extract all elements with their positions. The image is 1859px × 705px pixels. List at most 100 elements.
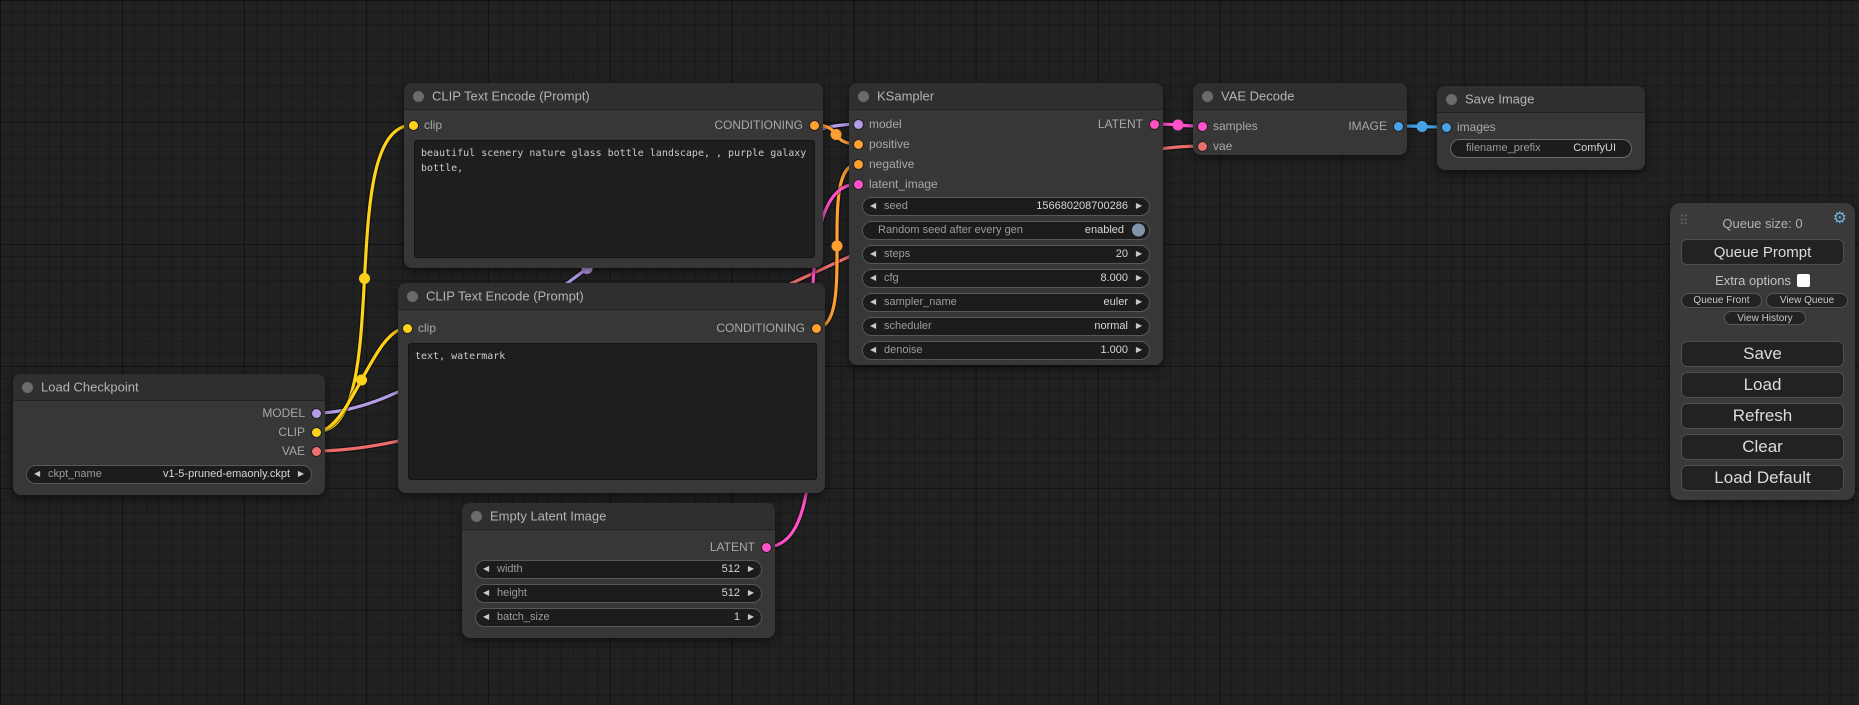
widget-decrement-arrow[interactable]: ◀ bbox=[870, 346, 876, 354]
output-slot-CONDITIONING[interactable] bbox=[810, 121, 819, 130]
widget-label: filename_prefix bbox=[1466, 142, 1541, 154]
widget-decrement-arrow[interactable]: ◀ bbox=[34, 470, 40, 478]
widget-value: 1.000 bbox=[1100, 344, 1128, 356]
output-slot-CLIP[interactable] bbox=[312, 428, 321, 437]
node-titlebar[interactable]: CLIP Text Encode (Prompt) bbox=[404, 83, 823, 110]
output-slot-label: IMAGE bbox=[1348, 119, 1387, 133]
widget-increment-arrow[interactable]: ▶ bbox=[1136, 322, 1142, 330]
prompt-textarea[interactable]: beautiful scenery nature glass bottle la… bbox=[414, 140, 815, 258]
node-load-checkpoint[interactable]: Load CheckpointMODELCLIPVAE◀▶ckpt_namev1… bbox=[13, 374, 325, 495]
widget-seed[interactable]: ◀▶seed156680208700286 bbox=[862, 197, 1150, 216]
widget-height[interactable]: ◀▶height512 bbox=[475, 584, 762, 603]
widget-sampler_name[interactable]: ◀▶sampler_nameeuler bbox=[862, 293, 1150, 312]
view-queue-button[interactable]: View Queue bbox=[1766, 293, 1848, 308]
widget-Random seed after every gen[interactable]: Random seed after every genenabled bbox=[862, 221, 1150, 240]
graph-canvas[interactable]: Load CheckpointMODELCLIPVAE◀▶ckpt_namev1… bbox=[0, 0, 1859, 705]
widget-decrement-arrow[interactable]: ◀ bbox=[483, 613, 489, 621]
widget-increment-arrow[interactable]: ▶ bbox=[1136, 346, 1142, 354]
node-titlebar[interactable]: KSampler bbox=[849, 83, 1163, 110]
widget-steps[interactable]: ◀▶steps20 bbox=[862, 245, 1150, 264]
widget-increment-arrow[interactable]: ▶ bbox=[748, 589, 754, 597]
widget-increment-arrow[interactable]: ▶ bbox=[748, 565, 754, 573]
collapse-dot[interactable] bbox=[858, 91, 869, 102]
node-clip-encode-positive[interactable]: CLIP Text Encode (Prompt) clip CONDITIONIN… bbox=[404, 83, 823, 268]
collapse-dot[interactable] bbox=[1446, 94, 1457, 105]
widget-decrement-arrow[interactable]: ◀ bbox=[870, 274, 876, 282]
input-slot-clip[interactable] bbox=[403, 324, 412, 333]
input-slot-latent_image[interactable] bbox=[854, 180, 863, 189]
node-titlebar[interactable]: VAE Decode bbox=[1193, 83, 1407, 110]
input-slot-clip[interactable] bbox=[409, 121, 418, 130]
node-titlebar[interactable]: Empty Latent Image bbox=[462, 503, 775, 530]
widget-decrement-arrow[interactable]: ◀ bbox=[870, 298, 876, 306]
input-slot-negative[interactable] bbox=[854, 160, 863, 169]
input-slot-samples[interactable] bbox=[1198, 122, 1207, 131]
gear-icon[interactable]: ⚙ bbox=[1833, 211, 1847, 227]
input-slot-images[interactable] bbox=[1442, 123, 1451, 132]
node-titlebar[interactable]: Load Checkpoint bbox=[13, 374, 325, 401]
widget-cfg[interactable]: ◀▶cfg8.000 bbox=[862, 269, 1150, 288]
output-slot-IMAGE[interactable] bbox=[1394, 122, 1403, 131]
widget-value: 8.000 bbox=[1100, 272, 1128, 284]
widget-decrement-arrow[interactable]: ◀ bbox=[870, 202, 876, 210]
widget-width[interactable]: ◀▶width512 bbox=[475, 560, 762, 579]
node-ksampler[interactable]: KSamplermodelpositivenegativelatent_imag… bbox=[849, 83, 1163, 365]
widget-decrement-arrow[interactable]: ◀ bbox=[483, 589, 489, 597]
refresh-button[interactable]: Refresh bbox=[1681, 403, 1844, 429]
widget-scheduler[interactable]: ◀▶schedulernormal bbox=[862, 317, 1150, 336]
node-vae-decode[interactable]: VAE DecodesamplesvaeIMAGE bbox=[1193, 83, 1407, 155]
output-slot-MODEL[interactable] bbox=[312, 409, 321, 418]
widget-increment-arrow[interactable]: ▶ bbox=[298, 470, 304, 478]
collapse-dot[interactable] bbox=[407, 291, 418, 302]
output-slot-LATENT[interactable] bbox=[1150, 120, 1159, 129]
widget-filename_prefix[interactable]: filename_prefixComfyUI bbox=[1450, 139, 1632, 158]
output-slot-label: MODEL bbox=[262, 406, 305, 420]
prompt-textarea[interactable]: text, watermark bbox=[408, 343, 817, 480]
widget-decrement-arrow[interactable]: ◀ bbox=[870, 250, 876, 258]
save-button[interactable]: Save bbox=[1681, 341, 1844, 367]
widget-denoise[interactable]: ◀▶denoise1.000 bbox=[862, 341, 1150, 360]
input-slot-label: clip bbox=[424, 118, 442, 132]
node-empty-latent[interactable]: Empty Latent ImageLATENT◀▶width512◀▶heig… bbox=[462, 503, 775, 638]
queue-prompt-button[interactable]: Queue Prompt bbox=[1681, 239, 1844, 265]
extra-options-checkbox[interactable] bbox=[1797, 274, 1810, 287]
output-slot-CONDITIONING[interactable] bbox=[812, 324, 821, 333]
collapse-dot[interactable] bbox=[22, 382, 33, 393]
output-slot-VAE[interactable] bbox=[312, 447, 321, 456]
link-midpoint-dot bbox=[832, 241, 843, 252]
input-slot-label: clip bbox=[418, 321, 436, 335]
input-slot-vae[interactable] bbox=[1198, 142, 1207, 151]
collapse-dot[interactable] bbox=[413, 91, 424, 102]
widget-increment-arrow[interactable]: ▶ bbox=[1136, 202, 1142, 210]
node-clip-encode-negative[interactable]: CLIP Text Encode (Prompt)clipCONDITIONIN… bbox=[398, 283, 825, 493]
output-slot-label: VAE bbox=[282, 444, 305, 458]
widget-decrement-arrow[interactable]: ◀ bbox=[870, 322, 876, 330]
input-slot-positive[interactable] bbox=[854, 140, 863, 149]
widget-batch_size[interactable]: ◀▶batch_size1 bbox=[475, 608, 762, 627]
widget-increment-arrow[interactable]: ▶ bbox=[1136, 274, 1142, 282]
widget-decrement-arrow[interactable]: ◀ bbox=[483, 565, 489, 573]
output-slot-label: CONDITIONING bbox=[714, 118, 803, 132]
clear-button[interactable]: Clear bbox=[1681, 434, 1844, 460]
node-titlebar[interactable]: CLIP Text Encode (Prompt) bbox=[398, 283, 825, 310]
widget-ckpt_name[interactable]: ◀▶ckpt_namev1-5-pruned-emaonly.ckpt bbox=[26, 465, 312, 484]
widget-increment-arrow[interactable]: ▶ bbox=[1136, 250, 1142, 258]
input-slot-label: images bbox=[1457, 120, 1496, 134]
load-button[interactable]: Load bbox=[1681, 372, 1844, 398]
toggle-indicator[interactable] bbox=[1132, 224, 1145, 237]
queue-front-button[interactable]: Queue Front bbox=[1681, 293, 1762, 308]
input-slot-model[interactable] bbox=[854, 120, 863, 129]
widget-increment-arrow[interactable]: ▶ bbox=[1136, 298, 1142, 306]
view-history-button[interactable]: View History bbox=[1724, 311, 1806, 325]
node-title: KSampler bbox=[877, 89, 934, 104]
widget-increment-arrow[interactable]: ▶ bbox=[748, 613, 754, 621]
widget-value: v1-5-pruned-emaonly.ckpt bbox=[163, 468, 290, 480]
output-slot-LATENT[interactable] bbox=[762, 543, 771, 552]
node-titlebar[interactable]: Save Image bbox=[1437, 86, 1645, 113]
collapse-dot[interactable] bbox=[1202, 91, 1213, 102]
widget-label: seed bbox=[884, 200, 908, 212]
node-title: CLIP Text Encode (Prompt) bbox=[426, 289, 584, 304]
collapse-dot[interactable] bbox=[471, 511, 482, 522]
node-save-image[interactable]: Save Image images filename_prefixComfyUI bbox=[1437, 86, 1645, 170]
load-default-button[interactable]: Load Default bbox=[1681, 465, 1844, 491]
